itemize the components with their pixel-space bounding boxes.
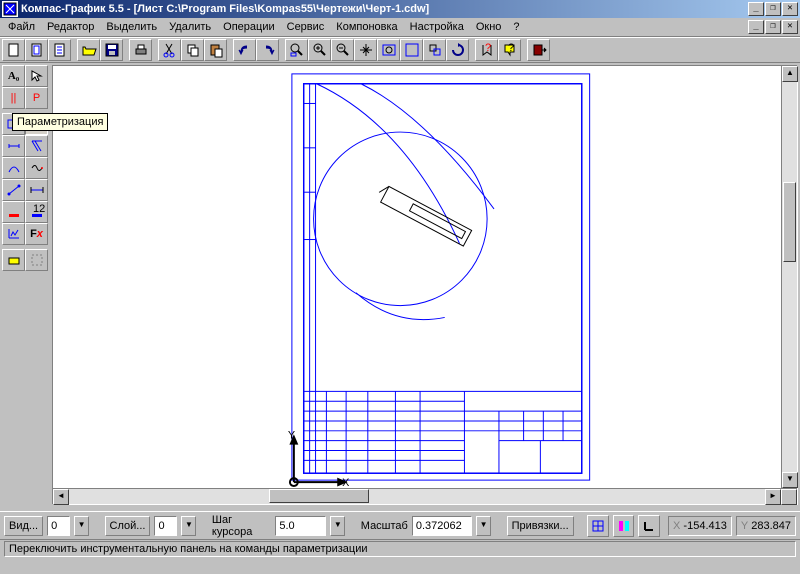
context-help-button[interactable]: ? [498,39,521,61]
cursor-step-label: Шаг курсора [212,514,271,538]
scroll-right-button[interactable]: ► [765,489,781,505]
redo-button[interactable] [256,39,279,61]
app-icon [2,1,18,17]
help-button[interactable]: ? [475,39,498,61]
menu-help[interactable]: ? [507,19,525,35]
zoom-prev-button[interactable] [423,39,446,61]
drawing-svg: Y X [53,66,797,488]
exit-button[interactable] [527,39,550,61]
view-value[interactable]: 0 [47,516,70,536]
scrollbar-horizontal[interactable]: ◄ ► [53,488,797,504]
scroll-thumb-h[interactable] [269,489,369,503]
new-sheet-button[interactable] [25,39,48,61]
svg-text:?: ? [508,42,514,54]
menu-layout[interactable]: Компоновка [330,19,403,35]
refresh-button[interactable] [446,39,469,61]
menu-window[interactable]: Окно [470,19,508,35]
tool-ext-b[interactable] [25,249,48,271]
tool-run[interactable]: Р [25,87,48,109]
grid-toggle-button[interactable] [587,515,609,537]
status-text: Переключить инструментальную панель на к… [4,541,796,557]
bottom-bar: Вид... 0 ▼ Слой... 0 ▼ Шаг курсора 5.0 ▼… [0,511,800,539]
ortho-toggle-button[interactable] [613,515,635,537]
zoom-in-button[interactable] [308,39,331,61]
cursor-step-dropdown[interactable]: ▼ [330,516,345,536]
menubar: Файл Редактор Выделить Удалить Операции … [0,18,800,37]
menu-operations[interactable]: Операции [217,19,280,35]
layer-button[interactable]: Слой... [105,516,151,536]
menu-delete[interactable]: Удалить [163,19,217,35]
minimize-button[interactable]: _ [748,2,764,16]
view-dropdown[interactable]: ▼ [74,516,89,536]
snap-button[interactable]: Привязки... [507,516,574,536]
zoom-all-button[interactable] [400,39,423,61]
tool-text-a[interactable]: A₀ [2,65,25,87]
tool-curve[interactable] [25,157,48,179]
zoom-fit-button[interactable] [377,39,400,61]
layer-value[interactable]: 0 [154,516,177,536]
menu-select[interactable]: Выделить [100,19,163,35]
tool-chart[interactable] [2,223,25,245]
zoom-out-button[interactable] [331,39,354,61]
axis-x-label: X [342,477,349,488]
mdi-restore-button[interactable]: ❐ [765,20,781,34]
tool-hatch[interactable] [25,135,48,157]
save-button[interactable] [100,39,123,61]
print-button[interactable] [129,39,152,61]
svg-text:12: 12 [33,204,45,215]
tool-ext-a[interactable] [2,249,25,271]
main-toolbar: ? ? [0,37,800,63]
tool-red[interactable] [2,201,25,223]
tool-measure[interactable] [25,179,48,201]
scroll-up-button[interactable]: ▲ [782,66,798,82]
new-fragment-button[interactable] [48,39,71,61]
copy-button[interactable] [181,39,204,61]
tooltip: Параметризация [12,113,108,131]
titlebar: Компас-График 5.5 - [Лист C:\Program Fil… [0,0,800,18]
scroll-thumb-v[interactable] [783,182,796,262]
statusbar: Переключить инструментальную панель на к… [0,539,800,558]
open-button[interactable] [77,39,100,61]
cursor-step-input[interactable]: 5.0 [275,516,326,536]
scroll-left-button[interactable]: ◄ [53,489,69,505]
menu-service[interactable]: Сервис [281,19,331,35]
tool-arc[interactable] [2,157,25,179]
menu-editor[interactable]: Редактор [41,19,100,35]
paste-button[interactable] [204,39,227,61]
svg-text:?: ? [485,42,491,54]
tool-stop[interactable]: || [2,87,25,109]
scroll-corner [781,489,797,505]
scroll-down-button[interactable]: ▼ [782,472,798,488]
scale-input[interactable]: 0.372062 [412,516,472,536]
tool-fx[interactable]: Fx [25,223,48,245]
close-button[interactable]: ✕ [782,2,798,16]
new-button[interactable] [2,39,25,61]
zoom-window-button[interactable] [285,39,308,61]
maximize-button[interactable]: ❐ [765,2,781,16]
scale-dropdown[interactable]: ▼ [476,516,491,536]
cut-button[interactable] [158,39,181,61]
tool-point[interactable] [2,179,25,201]
undo-button[interactable] [233,39,256,61]
mdi-close-button[interactable]: ✕ [782,20,798,34]
tool-cursor[interactable] [25,65,48,87]
axis-y-label: Y [288,430,295,442]
coord-x: X -154.413 [668,516,732,536]
tool-blue[interactable]: 12 [25,201,48,223]
tool-dims[interactable] [2,135,25,157]
window-title: Компас-График 5.5 - [Лист C:\Program Fil… [21,3,748,15]
scrollbar-vertical[interactable]: ▲ ▼ [781,66,797,488]
menu-file[interactable]: Файл [2,19,41,35]
scale-label: Масштаб [361,520,408,532]
mdi-minimize-button[interactable]: _ [748,20,764,34]
lcs-button[interactable] [638,515,660,537]
view-button[interactable]: Вид... [4,516,43,536]
coord-y: Y 283.847 [736,516,796,536]
pan-button[interactable] [354,39,377,61]
layer-dropdown[interactable]: ▼ [181,516,196,536]
menu-settings[interactable]: Настройка [404,19,470,35]
drawing-canvas[interactable]: Y X ▲ ▼ ◄ ► [52,65,798,505]
